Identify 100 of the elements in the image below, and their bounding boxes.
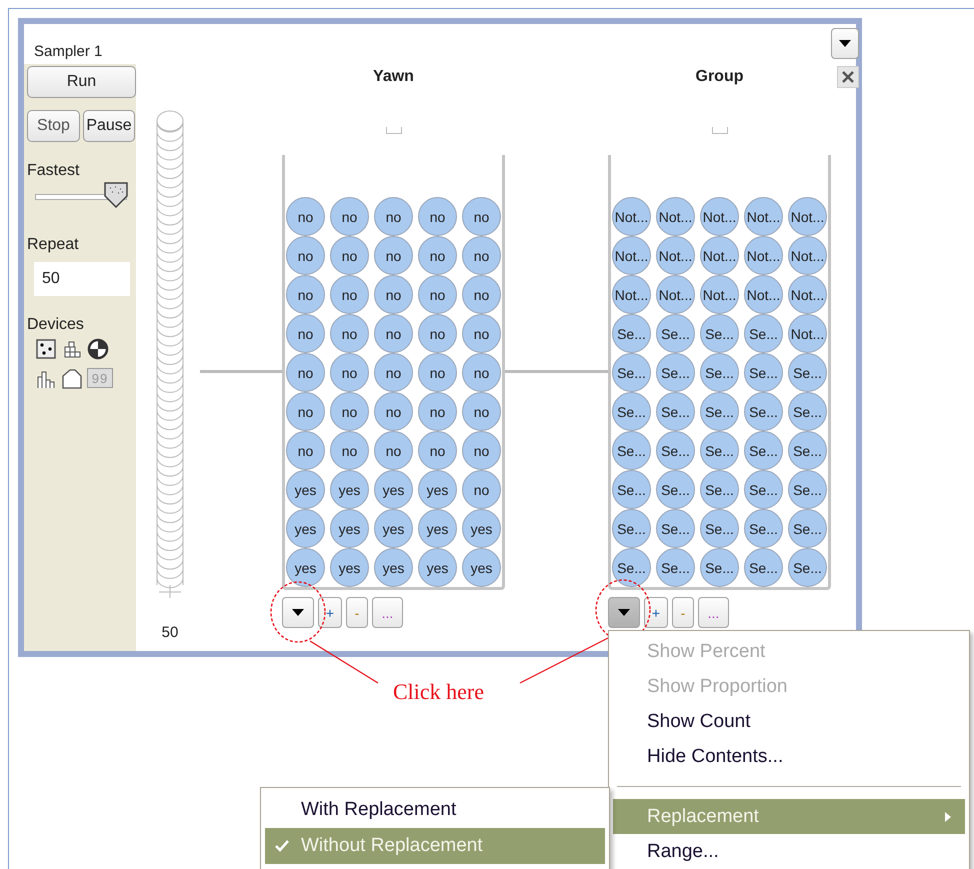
ball: Not... — [788, 236, 827, 275]
ball: Se... — [788, 353, 827, 392]
speed-label: Fastest — [27, 162, 80, 180]
more-button[interactable]: ... — [698, 597, 729, 628]
ball: yes — [374, 509, 413, 548]
ball: Se... — [744, 509, 783, 548]
ball: yes — [286, 470, 325, 509]
ball: no — [418, 236, 457, 275]
ball: no — [462, 236, 501, 275]
ball: yes — [462, 509, 501, 548]
device-title: Group — [696, 68, 744, 86]
speed-slider[interactable] — [35, 182, 131, 210]
ball: no — [330, 236, 369, 275]
ball: Not... — [700, 275, 739, 314]
ball: Se... — [612, 509, 651, 548]
ball: Se... — [656, 509, 695, 548]
stop-button[interactable]: Stop — [27, 110, 80, 142]
ball: no — [286, 197, 325, 236]
ball: no — [286, 392, 325, 431]
ball: Se... — [700, 392, 739, 431]
ball: no — [330, 353, 369, 392]
ball: Not... — [612, 236, 651, 275]
close-icon — [842, 71, 854, 83]
ball: Se... — [656, 353, 695, 392]
ball: no — [330, 275, 369, 314]
ball: no — [330, 431, 369, 470]
repeat-label: Repeat — [27, 236, 80, 254]
ball: Se... — [744, 314, 783, 353]
menu-item[interactable]: Show Count — [613, 704, 965, 739]
run-button[interactable]: Run — [27, 66, 136, 98]
sample-count: 50 — [162, 624, 178, 641]
ball: Not... — [700, 236, 739, 275]
ball: no — [374, 197, 413, 236]
ball: Se... — [788, 548, 827, 587]
ball: no — [418, 275, 457, 314]
ball: no — [418, 353, 457, 392]
ball: Se... — [656, 431, 695, 470]
ball: Not... — [612, 275, 651, 314]
repeat-field[interactable]: 50 — [34, 262, 130, 296]
ball: no — [462, 470, 501, 509]
bin-lid — [712, 127, 728, 134]
ball: Se... — [656, 470, 695, 509]
dropdown-button[interactable] — [282, 597, 314, 628]
ball: Not... — [744, 236, 783, 275]
ball: Not... — [788, 314, 827, 353]
close-button[interactable] — [837, 66, 859, 88]
bin-lid — [386, 127, 402, 134]
ball: yes — [418, 509, 457, 548]
ball: Se... — [700, 470, 739, 509]
remove-button[interactable]: - — [672, 597, 694, 628]
ball: no — [418, 314, 457, 353]
ball: yes — [330, 470, 369, 509]
remove-button[interactable]: - — [346, 597, 368, 628]
ball: Se... — [656, 392, 695, 431]
ball: no — [418, 392, 457, 431]
ball: no — [286, 236, 325, 275]
menu-item[interactable]: With Replacement — [265, 792, 605, 828]
ball: Se... — [744, 353, 783, 392]
menu-item[interactable]: Hide Contents... — [613, 739, 965, 774]
caret-icon — [839, 40, 851, 47]
pause-button[interactable]: Pause — [83, 110, 135, 142]
ball: yes — [374, 470, 413, 509]
slider-thumb[interactable] — [104, 182, 128, 208]
ball: yes — [418, 470, 457, 509]
ball: Se... — [744, 548, 783, 587]
ball: yes — [462, 548, 501, 587]
menu-item[interactable]: Range... — [613, 834, 965, 869]
ball: Se... — [612, 392, 651, 431]
ball: no — [374, 236, 413, 275]
caret-icon — [292, 609, 304, 616]
ball: yes — [374, 548, 413, 587]
dropdown-button[interactable] — [608, 597, 640, 628]
ball: Not... — [656, 275, 695, 314]
ball: Se... — [744, 431, 783, 470]
ball: no — [330, 197, 369, 236]
devices-label: Devices — [27, 316, 85, 334]
ball: yes — [330, 548, 369, 587]
ball: no — [374, 314, 413, 353]
ball: no — [462, 392, 501, 431]
caret-icon — [618, 609, 630, 616]
ball: Se... — [744, 392, 783, 431]
more-button[interactable]: ... — [372, 597, 403, 628]
ball: Se... — [700, 548, 739, 587]
ball: no — [286, 431, 325, 470]
device-title: Yawn — [373, 68, 414, 86]
ball: Not... — [612, 197, 651, 236]
add-button[interactable]: + — [318, 597, 342, 628]
ball: Se... — [788, 470, 827, 509]
ball: Not... — [700, 197, 739, 236]
ball: Se... — [612, 470, 651, 509]
add-button[interactable]: + — [644, 597, 668, 628]
ball: no — [418, 197, 457, 236]
submenu-arrow-icon — [945, 812, 951, 822]
ball: Not... — [788, 275, 827, 314]
ball: yes — [418, 548, 457, 587]
ball: no — [374, 275, 413, 314]
ball: Se... — [788, 392, 827, 431]
ball: Se... — [744, 470, 783, 509]
dropdown-button[interactable] — [831, 28, 859, 59]
ball: Se... — [612, 548, 651, 587]
